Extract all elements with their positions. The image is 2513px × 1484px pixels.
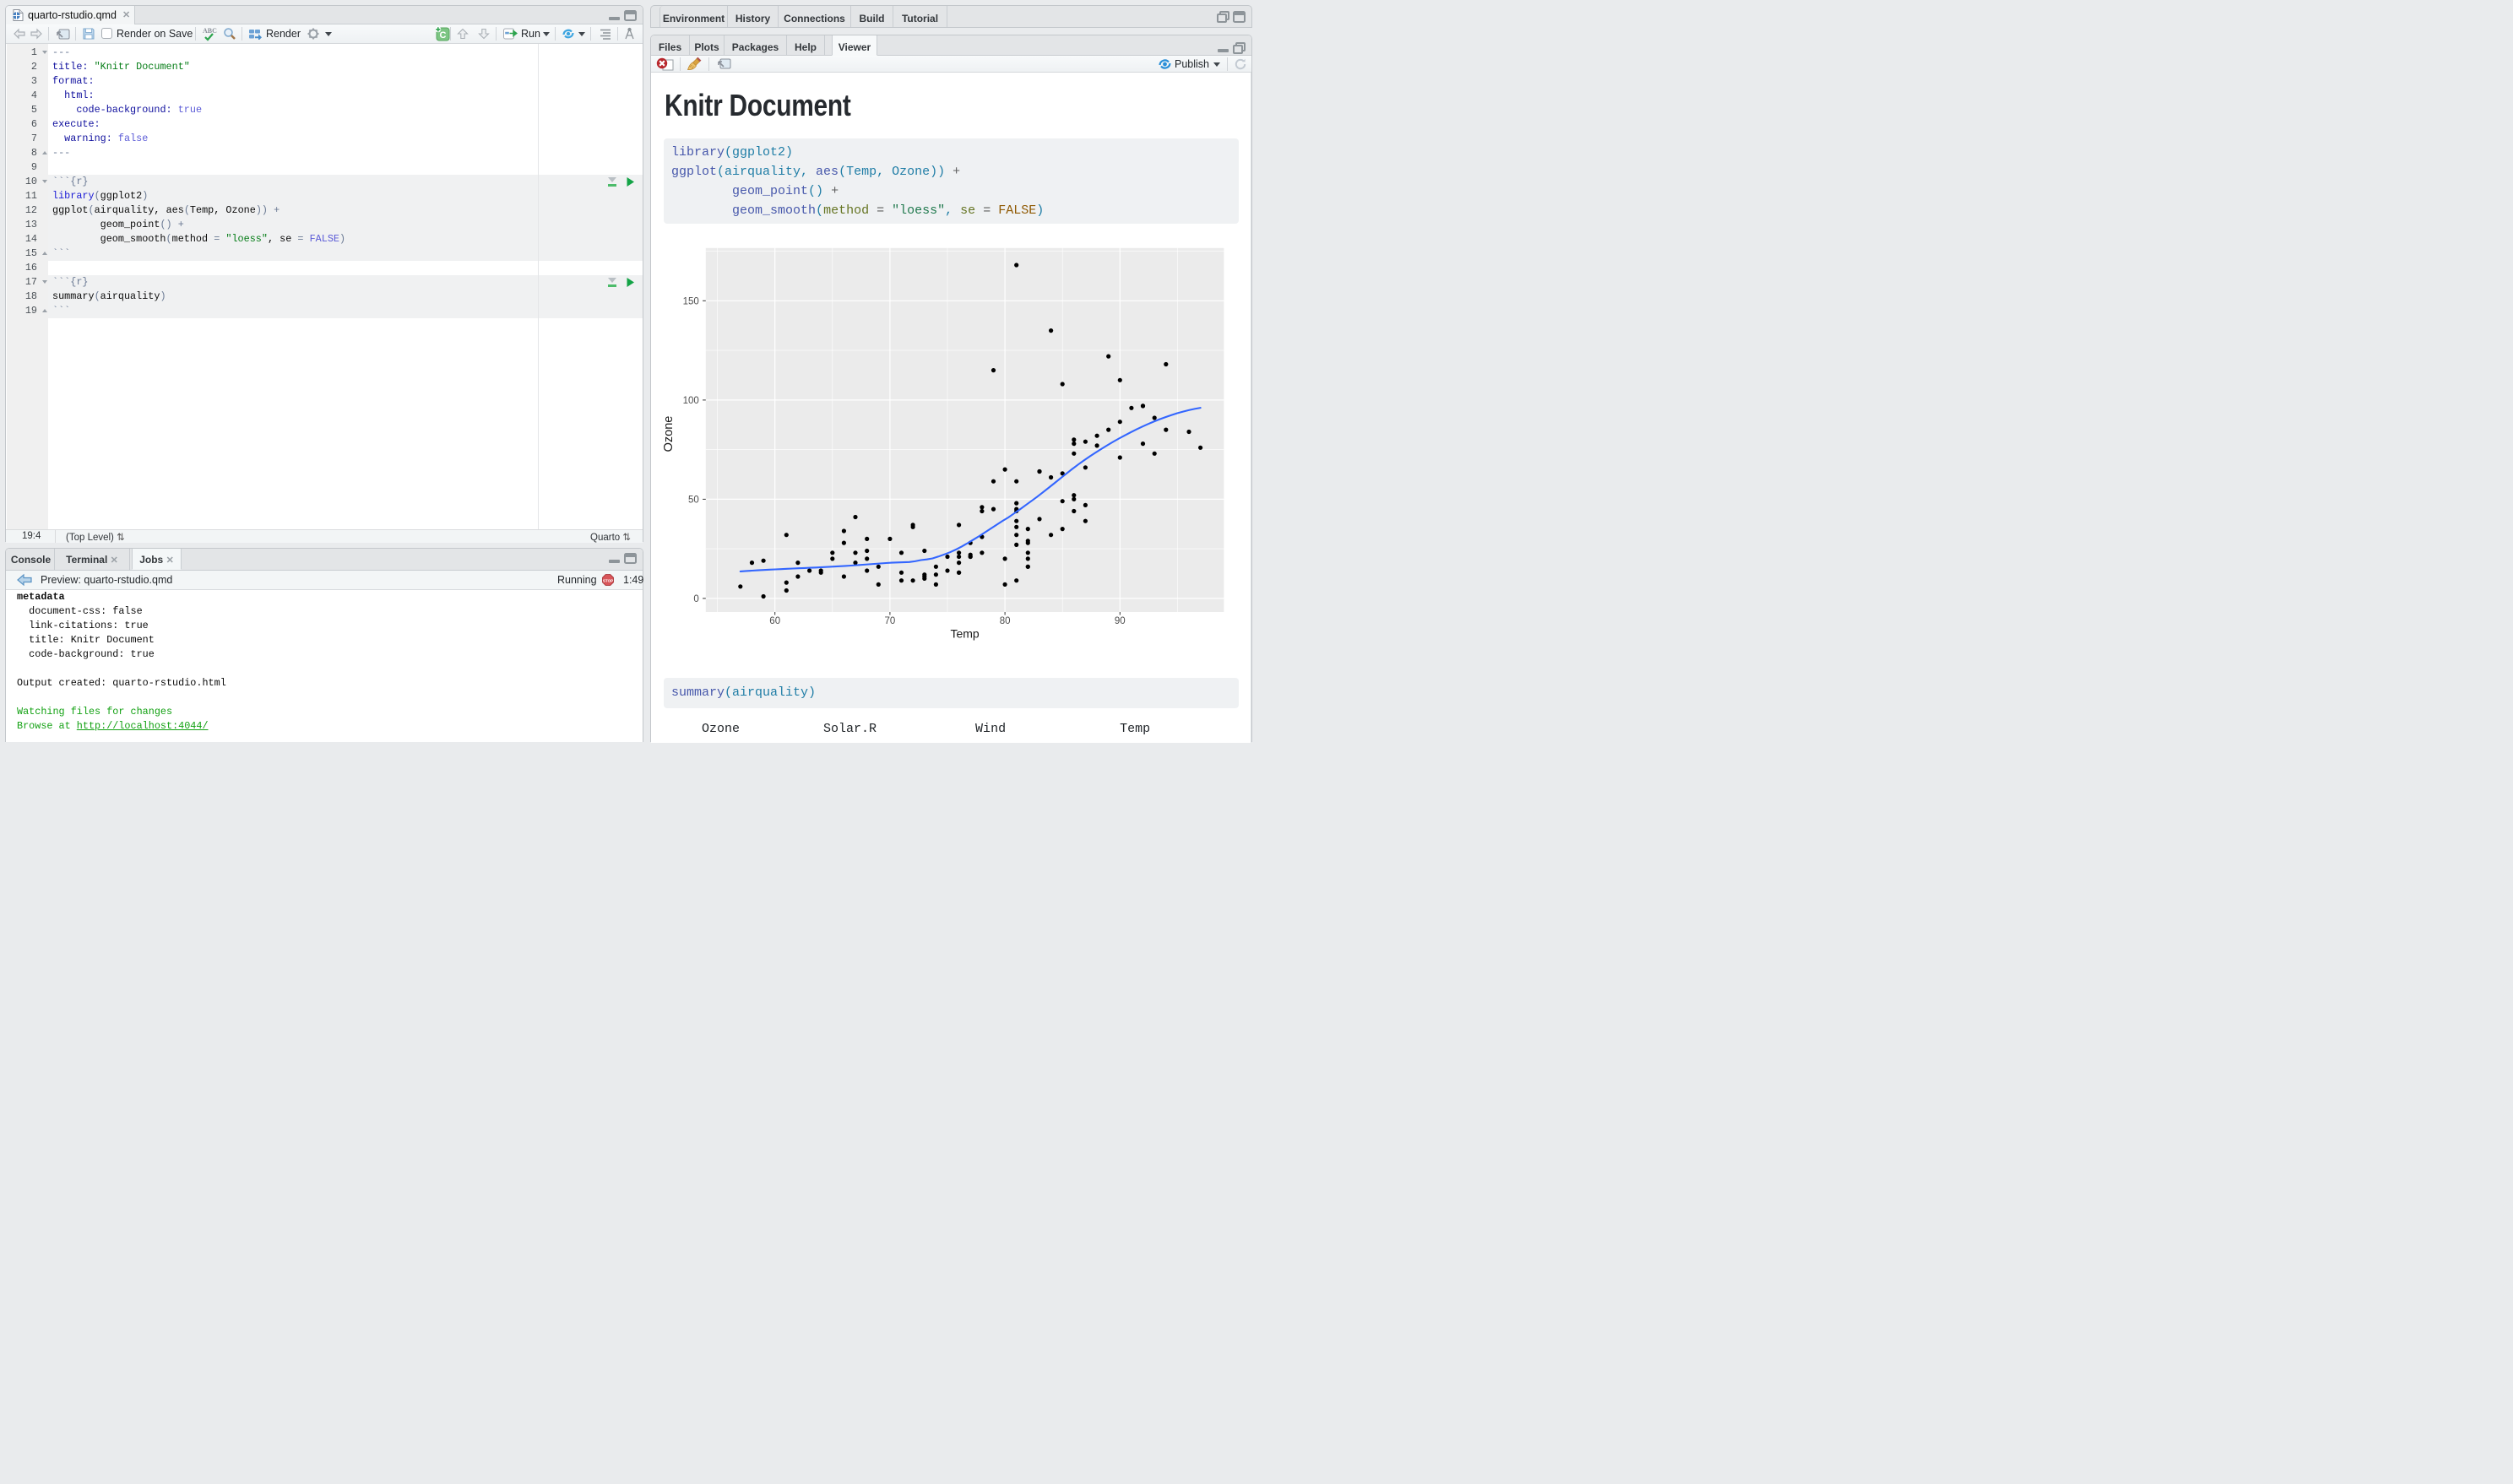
svg-text:0: 0 bbox=[693, 594, 698, 604]
svg-text:70: 70 bbox=[885, 616, 896, 626]
svg-text:50: 50 bbox=[688, 495, 699, 505]
svg-text:60: 60 bbox=[769, 616, 780, 626]
svg-text:ABC: ABC bbox=[203, 27, 217, 35]
svg-text:Temp: Temp bbox=[950, 626, 979, 640]
svg-text:150: 150 bbox=[683, 296, 699, 306]
svg-text:90: 90 bbox=[1115, 616, 1126, 626]
svg-text:Ozone: Ozone bbox=[664, 416, 676, 452]
svg-text:C: C bbox=[440, 30, 447, 41]
svg-text:80: 80 bbox=[1000, 616, 1011, 626]
svg-text:STOP: STOP bbox=[603, 578, 613, 582]
svg-text:100: 100 bbox=[683, 396, 699, 406]
